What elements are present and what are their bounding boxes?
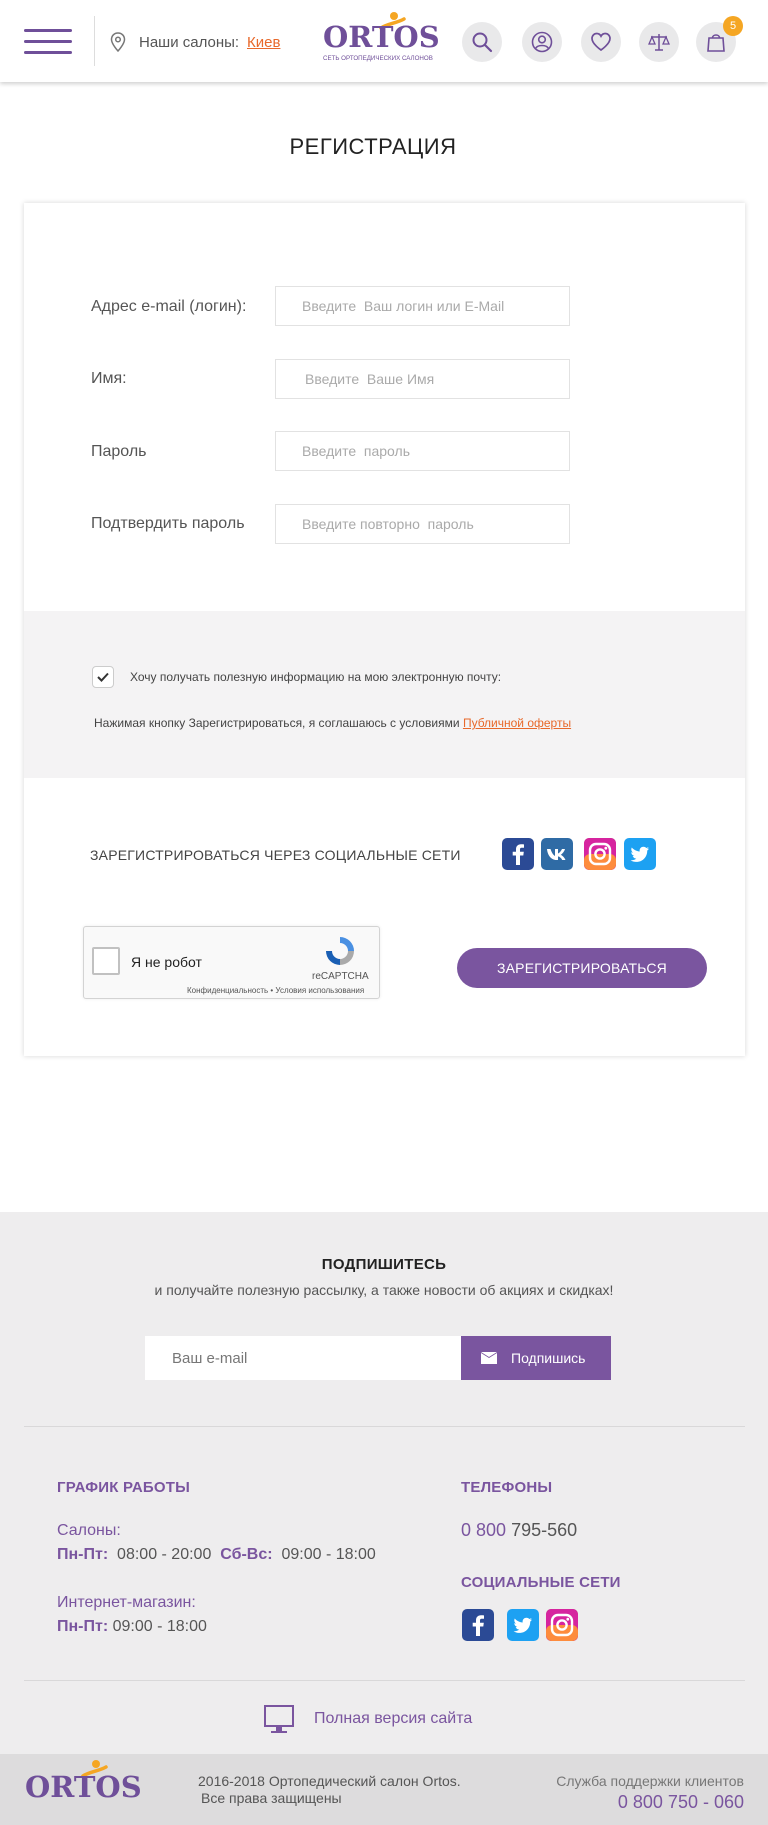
shop-hours: Пн-Пт: 09:00 - 18:00 (57, 1618, 207, 1636)
wishlist-button[interactable] (581, 22, 621, 62)
vk-icon (547, 849, 566, 860)
footer-facebook-link[interactable] (462, 1609, 494, 1641)
recaptcha-links[interactable]: Конфиденциальность • Условия использован… (187, 986, 364, 995)
weekdays-label: Пн-Пт: (57, 1546, 109, 1563)
register-button[interactable]: ЗАРЕГИСТРИРОВАТЬСЯ (457, 948, 707, 988)
compare-button[interactable] (639, 22, 679, 62)
instagram-icon (584, 838, 616, 870)
public-offer-link[interactable]: Публичной оферты (463, 716, 571, 730)
confirm-password-input[interactable] (275, 504, 570, 544)
logo-subtitle: СЕТЬ ОРТОПЕДИЧЕСКИХ САЛОНОВ (323, 55, 433, 62)
agreement-section (24, 611, 745, 778)
salons-hours: Пн-Пт: 08:00 - 20:00 Сб-Вс: 09:00 - 18:0… (57, 1546, 376, 1564)
weekend-hours: 09:00 - 18:00 (281, 1546, 376, 1563)
recaptcha-widget: Я не робот reCAPTCHA Конфиденциальность … (83, 926, 380, 999)
subscribe-button-label: Подпишись (511, 1350, 586, 1366)
instagram-icon (546, 1609, 578, 1641)
support-label: Служба поддержки клиентов (556, 1773, 744, 1789)
facebook-icon (512, 844, 524, 865)
recaptcha-brand: reCAPTCHA (312, 971, 369, 982)
newsletter-label: Хочу получать полезную информацию на мою… (130, 670, 502, 684)
password-input[interactable] (275, 431, 570, 471)
footer-logo[interactable]: ORTOS (25, 1758, 142, 1810)
footer-twitter-link[interactable] (507, 1609, 539, 1641)
full-version-link[interactable]: Полная версия сайта (314, 1710, 472, 1728)
subscribe-email-input[interactable] (145, 1336, 461, 1380)
subscribe-text: и получайте полезную рассылку, а также н… (154, 1282, 614, 1298)
shop-schedule-label: Интернет-магазин: (57, 1594, 196, 1611)
footer-divider-2 (24, 1680, 745, 1681)
recaptcha-label: Я не робот (131, 954, 202, 970)
socials-title: СОЦИАЛЬНЫЕ СЕТИ (461, 1574, 621, 1591)
phone-prefix: 0 800 (461, 1520, 507, 1540)
facebook-register-button[interactable] (502, 838, 534, 870)
shopping-bag-icon (707, 34, 725, 52)
footer-divider (24, 1426, 745, 1427)
salons-label: Наши салоны: (139, 34, 240, 51)
menu-icon[interactable] (24, 27, 72, 55)
page-title: РЕГИСТРАЦИЯ (289, 134, 457, 159)
facebook-icon (472, 1615, 484, 1636)
name-input[interactable] (275, 359, 570, 399)
password-label: Пароль (91, 443, 147, 460)
weekdays-hours: 08:00 - 20:00 (117, 1546, 212, 1563)
email-label: Адрес e-mail (логин): (91, 298, 247, 315)
footer-logo-text: ORTOS (25, 1770, 142, 1804)
copyright-line-1: 2016-2018 Ортопедический салон Ortos. (198, 1773, 461, 1789)
instagram-register-button[interactable] (584, 838, 616, 870)
terms-text: Нажимая кнопку Зарегистрироваться, я сог… (94, 716, 571, 730)
subscribe-button[interactable]: Подпишись (461, 1336, 611, 1380)
cart-count-badge: 5 (723, 16, 743, 36)
ortos-logo[interactable]: ORTOS СЕТЬ ОРТОПЕДИЧЕСКИХ САЛОНОВ (323, 10, 440, 66)
weekend-label: Сб-Вс: (220, 1546, 273, 1563)
header-divider (94, 16, 95, 66)
vk-register-button[interactable] (541, 838, 573, 870)
name-label: Имя: (91, 370, 127, 387)
checkmark-icon (97, 672, 109, 682)
search-button[interactable] (462, 22, 502, 62)
recaptcha-checkbox[interactable] (92, 947, 120, 975)
twitter-register-button[interactable] (624, 838, 656, 870)
scales-icon (648, 34, 670, 51)
copyright-line-2: Все права защищены (201, 1790, 342, 1806)
confirm-password-label: Подтвердить пароль (91, 515, 245, 532)
site-header: Наши салоны: Киев ORTOS СЕТЬ ОРТОПЕДИЧЕС… (0, 0, 768, 82)
city-link[interactable]: Киев (247, 34, 280, 51)
shop-days-label: Пн-Пт: (57, 1618, 109, 1635)
phone-link[interactable]: 0 800 795-560 (461, 1520, 577, 1541)
copyright: 2016-2018 Ортопедический салон Ortos. Вс… (198, 1773, 461, 1807)
heart-icon (591, 32, 611, 52)
account-button[interactable] (522, 22, 562, 62)
search-icon (472, 32, 493, 53)
user-icon (531, 31, 553, 53)
twitter-icon (513, 1617, 532, 1633)
newsletter-checkbox[interactable] (92, 666, 114, 688)
terms-sentence: Нажимая кнопку Зарегистрироваться, я сог… (94, 716, 460, 730)
location-pin-icon (110, 32, 126, 52)
phones-title: ТЕЛЕФОНЫ (461, 1479, 553, 1496)
recaptcha-logo-icon (326, 937, 354, 965)
footer-instagram-link[interactable] (546, 1609, 578, 1641)
logo-text: ORTOS (323, 20, 440, 54)
support-phone[interactable]: 0 800 750 - 060 (618, 1792, 744, 1813)
phone-number: 795-560 (511, 1520, 578, 1540)
social-register-label: ЗАРЕГИСТРИРОВАТЬСЯ ЧЕРЕЗ СОЦИАЛЬНЫЕ СЕТИ (90, 847, 461, 863)
envelope-icon (481, 1352, 497, 1364)
schedule-title: ГРАФИК РАБОТЫ (57, 1479, 190, 1496)
twitter-icon (630, 846, 649, 862)
shop-hours-value: 09:00 - 18:00 (112, 1618, 207, 1635)
subscribe-title: ПОДПИШИТЕСЬ (321, 1256, 447, 1273)
email-input[interactable] (275, 286, 570, 326)
salons-schedule-label: Салоны: (57, 1522, 121, 1539)
monitor-icon (264, 1705, 294, 1733)
